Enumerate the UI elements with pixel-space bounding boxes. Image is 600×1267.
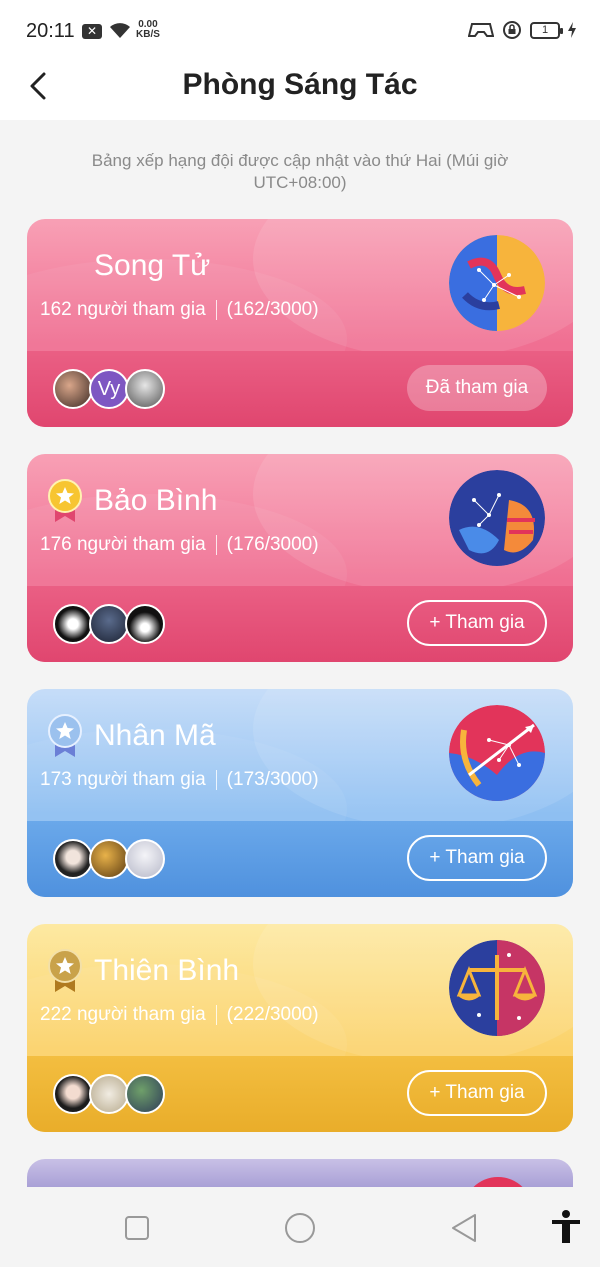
team-members-info: 173 người tham gia (173/3000) xyxy=(40,769,319,790)
avatar xyxy=(125,604,165,644)
lock-icon xyxy=(503,21,521,39)
avatar xyxy=(53,604,93,644)
gemini-zodiac-icon xyxy=(449,235,545,331)
joined-button[interactable]: Đã tham gia xyxy=(407,365,547,411)
page-title: Phòng Sáng Tác xyxy=(182,68,418,101)
network-speed: 0.00 KB/S xyxy=(136,19,160,40)
team-card-song-tu[interactable]: Song Tử 162 người tham gia (162/3000) Vy … xyxy=(27,219,573,427)
team-card-thien-binh[interactable]: Thiên Bình 222 người tham gia (222/3000) … xyxy=(27,924,573,1132)
system-nav-bar xyxy=(0,1187,600,1267)
join-button[interactable]: + Tham gia xyxy=(407,600,547,646)
square-nav-icon[interactable] xyxy=(124,1215,150,1241)
team-name: Bảo Bình xyxy=(94,484,218,517)
avatar xyxy=(53,1074,93,1114)
team-name: Thiên Bình xyxy=(94,954,240,987)
team-card-nhan-ma[interactable]: Nhân Mã 173 người tham gia (173/3000) + T… xyxy=(27,689,573,897)
team-members-info: 222 người tham gia (222/3000) xyxy=(40,1004,319,1025)
triangle-back-nav-icon[interactable] xyxy=(450,1213,478,1243)
avatar xyxy=(125,369,165,409)
avatar xyxy=(125,1074,165,1114)
avatar xyxy=(89,1074,129,1114)
team-name: Nhân Mã xyxy=(94,719,216,752)
silver-medal-icon xyxy=(48,714,82,757)
member-avatars: Vy xyxy=(53,369,165,409)
member-avatars xyxy=(53,604,165,644)
ranking-update-notice: Bảng xếp hạng đội được cập nhật vào thứ … xyxy=(91,151,509,192)
avatar: Vy xyxy=(89,369,129,409)
app-header: Phòng Sáng Tác xyxy=(0,62,600,120)
avatar xyxy=(89,839,129,879)
join-button[interactable]: + Tham gia xyxy=(407,1070,547,1116)
team-members-info: 162 người tham gia (162/3000) xyxy=(40,299,319,320)
notification-icon: ✕ xyxy=(82,24,102,39)
team-name: Song Tử xyxy=(94,249,211,282)
libra-zodiac-icon xyxy=(449,940,545,1036)
member-avatars xyxy=(53,839,165,879)
status-bar: 20:11 ✕ 0.00 KB/S 1 xyxy=(0,0,600,62)
sagittarius-zodiac-icon xyxy=(449,705,545,801)
charging-icon xyxy=(568,22,576,38)
gamepad-icon xyxy=(468,23,494,37)
avatar xyxy=(53,839,93,879)
avatar xyxy=(125,839,165,879)
gold-medal-icon xyxy=(48,479,82,522)
wifi-icon xyxy=(110,23,130,38)
team-card-bao-binh[interactable]: Bảo Bình 176 người tham gia (176/3000) + … xyxy=(27,454,573,662)
member-avatars xyxy=(53,1074,165,1114)
accessibility-icon[interactable] xyxy=(550,1209,582,1245)
join-button[interactable]: + Tham gia xyxy=(407,835,547,881)
status-time: 20:11 xyxy=(26,20,75,42)
bronze-medal-icon xyxy=(48,949,82,992)
zodiac-icon xyxy=(463,1177,533,1187)
aquarius-zodiac-icon xyxy=(449,470,545,566)
team-members-info: 176 người tham gia (176/3000) xyxy=(40,534,319,555)
circle-nav-icon[interactable] xyxy=(284,1212,316,1244)
avatar xyxy=(53,369,93,409)
battery-icon: 1 xyxy=(530,21,563,39)
team-card-partial[interactable] xyxy=(27,1159,573,1187)
avatar xyxy=(89,604,129,644)
